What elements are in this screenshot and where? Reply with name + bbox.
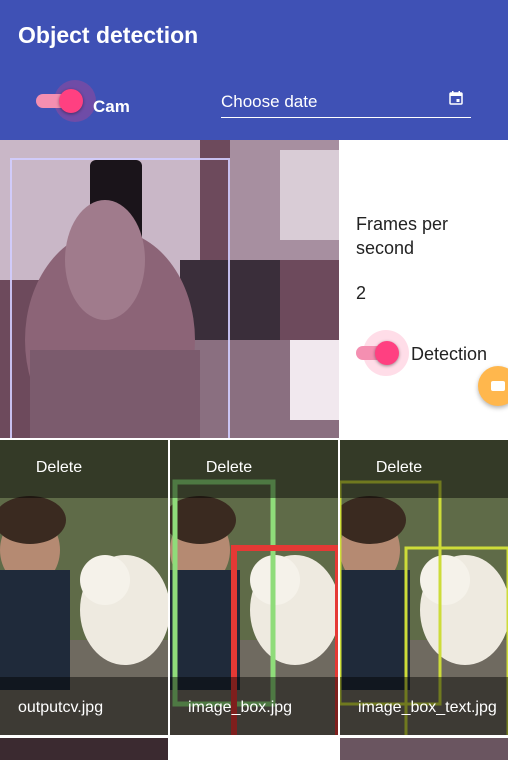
gallery-tile-partial[interactable] [170,738,338,760]
gallery-tile[interactable]: Delete outputcv.jpg [0,440,168,735]
delete-button[interactable]: Delete [170,459,338,477]
date-placeholder: Choose date [221,92,318,111]
detection-switch[interactable] [351,330,411,380]
cam-switch-thumb [59,89,83,113]
camera-preview [0,140,339,438]
detection-switch-thumb [375,341,399,365]
cam-label: Cam [93,97,130,116]
calendar-icon[interactable] [449,91,463,105]
settings-panel: Frames per second 2 Detection [339,140,508,438]
detection-box [10,158,230,438]
gallery-tile[interactable]: Delete image_box.jpg [170,440,338,735]
fps-label: Frames per second [356,214,449,258]
file-name: image_box_text.jpg [358,699,497,716]
file-name: image_box.jpg [188,699,293,716]
fps-value[interactable]: 2 [356,283,366,304]
camera-icon [491,381,505,391]
gallery-tile-partial[interactable] [340,738,508,760]
page-title: Object detection [18,22,199,48]
capture-fab[interactable] [478,366,508,406]
date-picker-field[interactable]: Choose date [221,86,471,118]
delete-button[interactable]: Delete [0,459,168,477]
cam-switch[interactable] [26,80,96,132]
image-gallery: Delete outputcv.jpg Delete image_box.jpg [0,440,508,760]
file-name: outputcv.jpg [18,699,104,716]
gallery-tile-partial[interactable] [0,738,168,760]
detection-label: Detection [411,344,488,364]
delete-button[interactable]: Delete [340,459,508,477]
app-bar: Object detection Cam Choose date [0,0,508,140]
gallery-tile[interactable]: Delete image_box_text.jpg [340,440,508,735]
